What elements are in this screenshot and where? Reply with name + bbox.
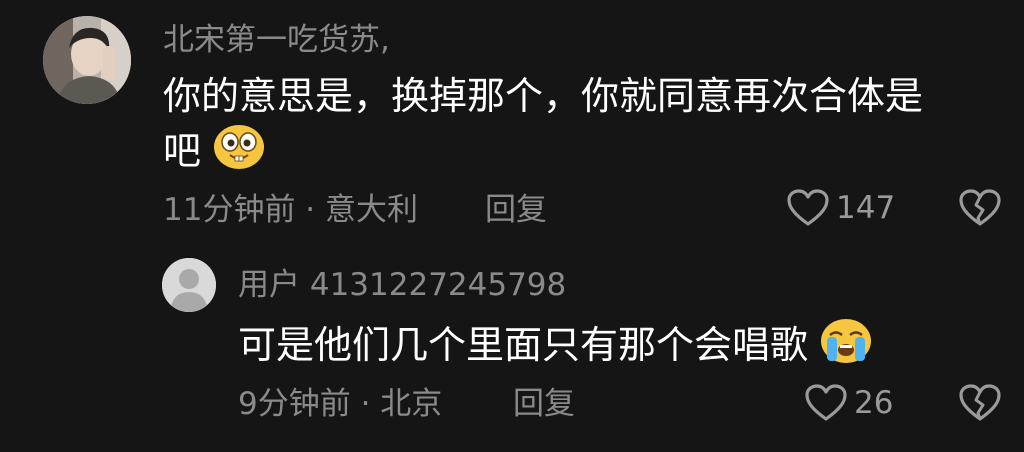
comment-text-end: 吧	[163, 129, 202, 173]
avatar-photo	[43, 16, 131, 104]
heart-outline-icon	[805, 384, 847, 421]
goofy-face-emoji-icon	[213, 124, 265, 183]
reply-reply-button[interactable]: 回复	[513, 384, 575, 424]
reply-like-button[interactable]: 26	[804, 383, 893, 423]
reply-dislike-button[interactable]	[958, 383, 1002, 427]
like-button[interactable]: 147	[786, 188, 895, 228]
reply-time-location: 9分钟前 · 北京	[238, 386, 443, 422]
broken-heart-icon	[959, 384, 1001, 421]
comment-text-line1: 你的意思是，换掉那个，你就同意再次合体是	[163, 74, 924, 118]
reply-like-count: 26	[854, 385, 894, 421]
crying-face-emoji-icon	[820, 318, 872, 377]
comment-thread: 北宋第一吃货苏, 你的意思是，换掉那个，你就同意再次合体是 吧 11分钟前 · …	[0, 0, 1024, 452]
reply-text: 可是他们几个里面只有那个会唱歌	[238, 318, 872, 377]
like-count: 147	[836, 190, 896, 226]
comment-time-location: 11分钟前 · 意大利	[163, 192, 419, 228]
reply-user-avatar[interactable]	[162, 258, 216, 312]
comment-text-line2: 吧	[163, 124, 265, 183]
reply-text-content: 可是他们几个里面只有那个会唱歌	[238, 323, 809, 367]
user-avatar[interactable]	[43, 16, 131, 104]
reply-button[interactable]: 回复	[485, 190, 547, 230]
default-avatar-icon	[162, 258, 216, 312]
broken-heart-icon	[959, 189, 1001, 226]
dislike-button[interactable]	[958, 188, 1002, 232]
heart-outline-icon	[787, 189, 829, 226]
reply-username[interactable]: 用户 4131227245798	[238, 265, 566, 305]
comment-username[interactable]: 北宋第一吃货苏,	[163, 20, 390, 60]
